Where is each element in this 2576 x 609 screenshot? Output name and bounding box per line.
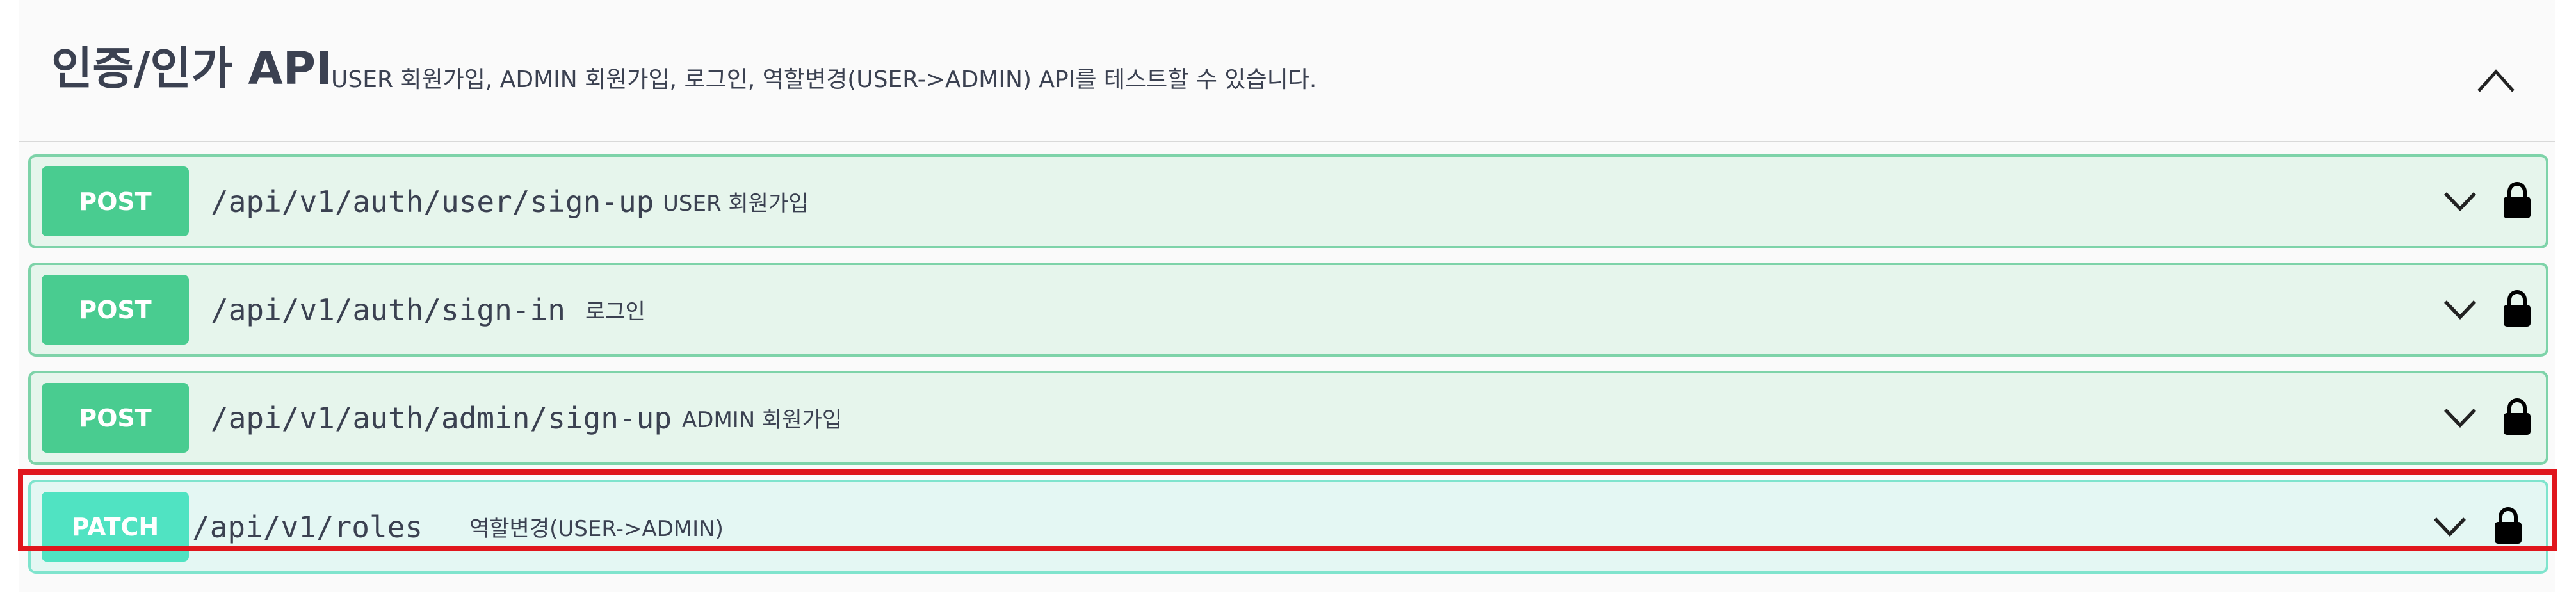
operation-sign-in[interactable]: POST /api/v1/auth/sign-in 로그인 <box>28 263 2548 357</box>
operation-path: /api/v1/auth/user/sign-up <box>211 184 654 219</box>
operation-user-sign-up[interactable]: POST /api/v1/auth/user/sign-up USER 회원가입 <box>28 154 2548 248</box>
lock-icon[interactable] <box>2502 288 2532 328</box>
lock-icon[interactable] <box>2502 396 2532 436</box>
operation-path: /api/v1/auth/sign-in <box>211 292 565 327</box>
method-badge: PATCH <box>42 492 189 562</box>
lock-icon[interactable] <box>2502 180 2532 220</box>
method-badge: POST <box>42 275 189 345</box>
operation-summary: ADMIN 회원가입 <box>682 407 843 433</box>
lock-icon[interactable] <box>2493 505 2523 545</box>
operation-roles[interactable]: PATCH /api/v1/roles 역할변경(USER->ADMIN) <box>28 480 2548 574</box>
chevron-up-icon[interactable] <box>2475 65 2517 95</box>
chevron-down-icon[interactable] <box>2442 402 2478 433</box>
operation-summary: 역할변경(USER->ADMIN) <box>469 516 724 542</box>
operation-path: /api/v1/auth/admin/sign-up <box>211 400 672 435</box>
tag-description: USER 회원가입, ADMIN 회원가입, 로그인, 역할변경(USER->A… <box>331 67 1317 93</box>
operation-path: /api/v1/roles <box>192 509 423 544</box>
chevron-down-icon[interactable] <box>2442 186 2478 216</box>
tag-title[interactable]: 인증/인가 API <box>51 46 332 91</box>
chevron-down-icon[interactable] <box>2442 294 2478 325</box>
chevron-down-icon[interactable] <box>2432 511 2468 542</box>
method-badge: POST <box>42 166 189 236</box>
operation-summary: 로그인 <box>585 299 645 325</box>
method-badge: POST <box>42 383 189 453</box>
operation-summary: USER 회원가입 <box>663 191 809 216</box>
operation-admin-sign-up[interactable]: POST /api/v1/auth/admin/sign-up ADMIN 회원… <box>28 371 2548 465</box>
tag-header[interactable]: 인증/인가 API USER 회원가입, ADMIN 회원가입, 로그인, 역할… <box>19 0 2555 142</box>
